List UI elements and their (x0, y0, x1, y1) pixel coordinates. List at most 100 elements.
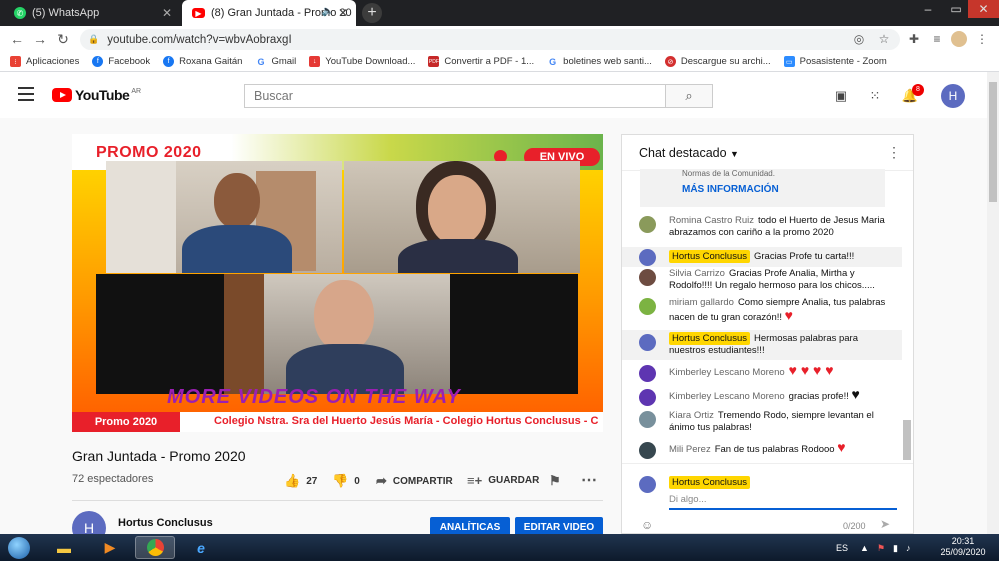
download-icon: ↓ (309, 56, 321, 67)
bookmark-zoom[interactable]: ▭ Posasistente - Zoom (783, 56, 887, 67)
menu-icon[interactable]: ⋮ (974, 31, 990, 47)
more-actions-icon[interactable]: ⋯ (581, 470, 597, 490)
star-icon[interactable]: ☆ (876, 31, 892, 47)
share-button[interactable]: ➦ COMPARTIR (376, 473, 453, 489)
red-heart-icon: ♥ (837, 439, 846, 455)
hamburger-menu-icon[interactable] (18, 87, 34, 101)
chat-message: Kimberley Lescano Moreno gracias profe!! … (622, 387, 902, 406)
windows-taskbar: ▬ ▶ e ES ▲ ⚑ ▮ ♪ 20:31 25/09/2020 (0, 534, 999, 561)
apps-grid-icon[interactable]: ⁙ (866, 87, 884, 105)
bookmark-facebook[interactable]: f Facebook (92, 56, 150, 67)
start-button[interactable] (4, 534, 34, 561)
whatsapp-icon: ✆ (14, 7, 26, 19)
share-icon: ➦ (376, 473, 387, 488)
chat-input-username: Hortus Conclusus (669, 476, 750, 489)
chrome-button[interactable] (135, 536, 175, 559)
bookmark-boletines[interactable]: Gboletines web santi... (547, 56, 652, 67)
pdf-icon: PDF (428, 56, 440, 67)
channel-name[interactable]: Hortus Conclusus (118, 517, 213, 529)
lock-icon: 🔒 (88, 34, 100, 44)
create-video-icon[interactable]: ▣ (832, 87, 850, 105)
report-button[interactable]: ⚑ (549, 473, 567, 489)
facebook-icon: f (163, 56, 175, 67)
scrollbar-thumb[interactable] (989, 82, 997, 202)
file-explorer-button[interactable]: ▬ (44, 536, 84, 559)
eye-off-icon[interactable]: ◎ (851, 31, 867, 47)
dislike-button[interactable]: 👎 0 (332, 473, 360, 489)
video-overlay-title: PROMO 2020 (96, 144, 202, 161)
rules-text: Normas de la Comunidad. (682, 169, 775, 178)
youtube-play-icon (52, 88, 72, 102)
tab-whatsapp[interactable]: ✆ (5) WhatsApp ✕ (4, 0, 180, 26)
char-count: 0/200 (843, 521, 866, 531)
red-heart-icon: ♥ ♥ ♥ ♥ (788, 362, 834, 378)
system-tray: ES ▲ ⚑ ▮ ♪ (836, 538, 910, 558)
network-icon[interactable]: ▮ (893, 543, 898, 554)
chat-mode-dropdown[interactable]: Chat destacado ▼ (639, 146, 739, 160)
bookmark-descargue[interactable]: ⊘ Descargue su archi... (664, 56, 771, 67)
page-scrollbar[interactable] (987, 72, 999, 534)
flag-tray-icon[interactable]: ⚑ (877, 543, 885, 554)
profile-icon[interactable] (951, 31, 967, 47)
volume-icon[interactable]: ♪ (906, 543, 911, 553)
participant-video-2 (344, 161, 580, 273)
language-indicator[interactable]: ES (836, 543, 848, 553)
folder-icon: ▬ (57, 539, 71, 556)
save-button[interactable]: ≡+ GUARDAR (467, 473, 539, 488)
back-button[interactable]: ← (8, 30, 26, 48)
user-avatar (639, 476, 656, 493)
search-input[interactable]: Buscar (244, 84, 666, 108)
account-avatar[interactable]: H (941, 84, 965, 108)
media-icon[interactable]: ≡ (929, 31, 945, 47)
tray-arrow-icon[interactable]: ▲ (860, 543, 869, 553)
tab-youtube[interactable]: ▶ (8) Gran Juntada - Promo 20 🔈 ✕ (182, 0, 356, 26)
send-icon[interactable]: ➤ (880, 517, 890, 531)
tab-title: (5) WhatsApp (32, 7, 100, 19)
chat-header: Chat destacado ▼ ⋮ (622, 135, 913, 171)
bookmark-yt-download[interactable]: ↓ YouTube Download... (309, 56, 415, 67)
search-button[interactable]: ⌕ (665, 84, 713, 108)
youtube-logo[interactable]: YouTube AR (52, 87, 141, 103)
zoom-icon: ▭ (783, 56, 795, 67)
forward-button[interactable]: → (31, 30, 49, 48)
emoji-icon[interactable]: ☺ (641, 518, 653, 532)
bookmark-roxana[interactable]: f Roxana Gaitán (163, 56, 242, 67)
notification-count: 8 (912, 84, 924, 96)
bookmark-gmail[interactable]: G Gmail (255, 56, 296, 67)
thumbs-up-icon: 👍 (284, 473, 301, 488)
new-tab-button[interactable]: + (362, 3, 382, 23)
close-icon[interactable]: ✕ (162, 6, 172, 20)
chat-message: Kimberley Lescano Moreno ♥ ♥ ♥ ♥ (622, 362, 902, 382)
user-avatar (639, 298, 656, 315)
chat-menu-icon[interactable]: ⋮ (887, 144, 901, 161)
video-player[interactable]: PROMO 2020 EN VIVO MORE VIDEOS ON THE WA… (72, 134, 603, 432)
extensions-icon[interactable]: ✚ (906, 31, 922, 47)
ticker-badge: Promo 2020 (72, 412, 180, 432)
address-bar[interactable]: 🔒 youtube.com/watch?v=wbvAobraxgI (80, 29, 900, 50)
more-info-link[interactable]: MÁS INFORMACIÓN (682, 184, 779, 195)
close-icon[interactable]: ✕ (338, 6, 348, 20)
bookmark-pdf[interactable]: PDF Convertir a PDF - 1... (428, 56, 534, 67)
like-button[interactable]: 👍 27 (284, 473, 317, 489)
reload-button[interactable]: ↻ (54, 30, 72, 48)
video-title: Gran Juntada - Promo 2020 (72, 448, 246, 464)
maximize-button[interactable]: ▭ (942, 0, 970, 18)
caret-down-icon: ▼ (730, 149, 739, 159)
facebook-icon: f (92, 56, 104, 67)
user-avatar (639, 216, 656, 233)
minimize-button[interactable]: – (914, 0, 942, 18)
speaker-icon[interactable]: 🔈 (322, 6, 334, 17)
chat-scrollbar[interactable] (903, 420, 911, 460)
media-player-button[interactable]: ▶ (90, 536, 130, 559)
news-ticker: Promo 2020 Colegio Nstra. Sra del Huerto… (72, 412, 603, 432)
clock[interactable]: 20:31 25/09/2020 (930, 536, 996, 558)
bookmark-apps[interactable]: ⁝ Aplicaciones (10, 56, 79, 67)
internet-explorer-button[interactable]: e (181, 536, 221, 559)
user-avatar (639, 365, 656, 382)
viewer-count: 72 espectadores (72, 473, 154, 485)
chat-input[interactable]: Di algo... (669, 494, 897, 510)
chat-message: Kiara Ortiz Tremendo Rodo, siempre levant… (622, 410, 902, 434)
close-window-button[interactable]: ✕ (968, 0, 999, 18)
search-icon: ⌕ (685, 88, 693, 103)
chat-input-area: Hortus Conclusus Di algo... ☺ 0/200 ➤ (622, 463, 913, 533)
